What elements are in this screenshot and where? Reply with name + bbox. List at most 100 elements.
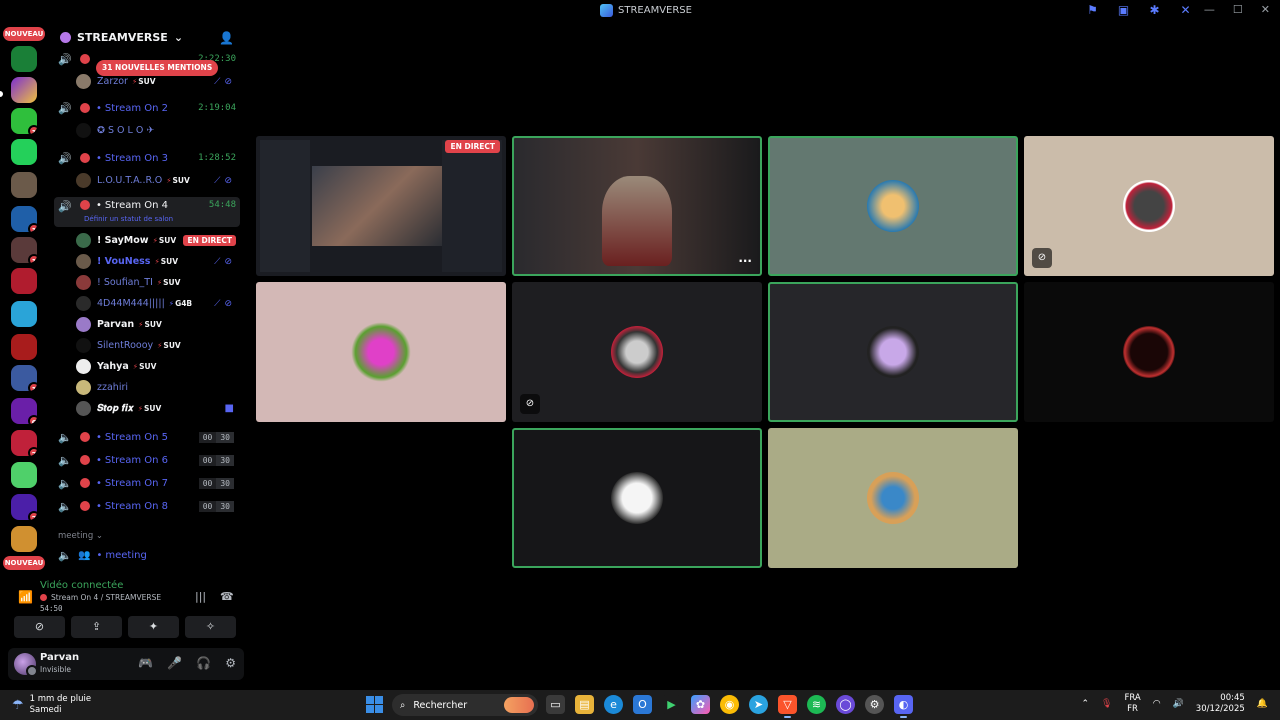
server-icon-9[interactable] — [11, 301, 37, 327]
settings-icon[interactable]: ⚙ — [225, 656, 236, 670]
gamepad-icon[interactable]: 🎮 — [138, 656, 153, 670]
close-icon[interactable]: ✕ — [1261, 3, 1270, 16]
voice-user[interactable]: ! SayMow ⚡ SUV EN DIRECT — [76, 231, 240, 250]
chrome-icon[interactable]: ◉ — [720, 695, 739, 714]
voice-user[interactable]: Parvan ⚡ SUV — [76, 315, 240, 334]
server-icon-3[interactable]: 1 — [11, 108, 37, 134]
minimize-icon[interactable]: — — [1204, 3, 1215, 16]
video-tile-user[interactable] — [512, 428, 762, 568]
voice-channel-meeting[interactable]: 🔈 👥 • meeting — [54, 545, 240, 565]
new-badge-top[interactable]: NOUVEAU — [3, 27, 45, 41]
game-launcher-icon[interactable]: ▶ — [662, 695, 681, 714]
windows-start-icon[interactable] — [366, 696, 383, 713]
spotify-icon[interactable]: ≋ — [807, 695, 826, 714]
video-tile-user[interactable] — [1024, 282, 1274, 422]
server-icon-4[interactable] — [11, 139, 37, 165]
server-icon-11[interactable]: 1 — [11, 365, 37, 391]
outlook-icon[interactable]: O — [633, 695, 652, 714]
voice-user[interactable]: L.O.U.T.A..R.O ⚡ SUV ⟋⊘ — [76, 171, 240, 190]
taskbar-search[interactable]: ⌕ Rechercher — [392, 694, 538, 716]
bug-icon[interactable]: ✱ — [1148, 4, 1161, 17]
messenger-icon[interactable]: ◯ — [836, 695, 855, 714]
microphone-icon[interactable]: 🎤 — [167, 656, 182, 670]
noise-suppression-icon[interactable]: ||| — [195, 590, 206, 603]
activities-button[interactable]: ✦ — [128, 616, 179, 638]
server-icon-13[interactable]: 2 — [11, 430, 37, 456]
server-icon-7[interactable]: 1 — [11, 237, 37, 263]
group-icon: 👥 — [78, 549, 91, 561]
voice-user[interactable]: Zarzor ⚡ SUV ⟋⊘ — [76, 72, 240, 91]
voice-channel-stream-on-8[interactable]: 🔈 • Stream On 8 00 30 — [54, 496, 240, 516]
voice-user[interactable]: ✪ S O L O ✈ — [76, 121, 240, 140]
video-tile-user[interactable] — [768, 136, 1018, 276]
server-icon-14[interactable] — [11, 462, 37, 488]
signal-icon[interactable]: 📶 — [18, 590, 33, 604]
voice-user[interactable]: SilentRoooy ⚡ SUV — [76, 336, 240, 355]
steam-icon[interactable]: ⚙ — [865, 695, 884, 714]
voice-user[interactable]: Yahya ⚡ SUV — [76, 357, 240, 376]
voice-user[interactable]: zzahiri — [76, 378, 240, 397]
server-header[interactable]: STREAMVERSE ⌄ — [48, 22, 248, 52]
flag-icon[interactable]: ⚑ — [1086, 4, 1099, 17]
voice-channel-stream-on-6[interactable]: 🔈 • Stream On 6 00 30 — [54, 450, 240, 470]
chevron-up-icon[interactable]: ⌃ — [1081, 699, 1089, 709]
user-name[interactable]: Parvan — [40, 652, 79, 663]
brave-icon[interactable]: ▽ — [778, 695, 797, 718]
edge-icon[interactable]: e — [604, 695, 623, 714]
maximize-icon[interactable]: ☐ — [1233, 3, 1243, 16]
discord-icon[interactable]: ◐ — [894, 695, 913, 718]
category-meeting[interactable]: meeting ⌄ — [58, 531, 103, 541]
server-icon-5[interactable] — [11, 172, 37, 198]
video-tile-user[interactable]: ⊘ — [1024, 136, 1274, 276]
video-tile-stream[interactable]: EN DIRECT — [256, 136, 506, 276]
clock[interactable]: 00:45 30/12/2025 — [1196, 693, 1245, 715]
server-icon-1[interactable] — [11, 46, 37, 72]
volume-icon[interactable]: 🔊 — [1173, 699, 1184, 709]
soundboard-button[interactable]: ✧ — [185, 616, 236, 638]
disconnect-icon[interactable]: ☎ — [220, 590, 234, 603]
weather-widget[interactable]: ☂ 1 mm de pluie Samedi — [12, 694, 91, 716]
voice-channel-stream-on-7[interactable]: 🔈 • Stream On 7 00 30 — [54, 473, 240, 493]
telegram-icon[interactable]: ➤ — [749, 695, 768, 714]
microphone-active-icon[interactable]: 🎙 — [1101, 699, 1112, 709]
tools-icon[interactable]: ✕ — [1179, 4, 1192, 17]
file-explorer-icon[interactable]: ▤ — [575, 695, 594, 714]
channel-status[interactable]: Définir un statut de salon — [84, 215, 173, 223]
screen-record-icon[interactable]: ▣ — [1117, 4, 1130, 17]
voice-channel-stream-on-3[interactable]: 🔊 • Stream On 3 1:28:52 — [54, 148, 240, 168]
screen-share-button[interactable]: ⇪ — [71, 616, 122, 638]
video-tile-user[interactable] — [256, 282, 506, 422]
voice-status-title[interactable]: Vidéo connectée — [40, 580, 123, 591]
server-icon-6[interactable]: 1 — [11, 206, 37, 232]
voice-user[interactable]: ! Soufian_TI ⚡ SUV — [76, 273, 240, 292]
voice-user[interactable]: 4D44M444||||| ⚡ G4B ⟋⊘ — [76, 294, 240, 313]
server-icon-10[interactable] — [11, 334, 37, 360]
voice-channel-stream-on-2[interactable]: 🔊 • Stream On 2 2:19:04 — [54, 98, 240, 118]
wifi-icon[interactable]: ◠ — [1153, 699, 1161, 709]
voice-user[interactable]: ! VouNess ⚡ SUV ⟋⊘ — [76, 252, 240, 271]
server-icon-8[interactable] — [11, 268, 37, 294]
server-icon-16[interactable] — [11, 526, 37, 552]
copilot-icon[interactable]: ✿ — [691, 695, 710, 714]
user-avatar[interactable] — [14, 653, 38, 677]
more-options-icon[interactable]: ··· — [738, 254, 752, 268]
voice-user[interactable]: 𝑺𝒕𝒐𝒑 𝒇𝒊𝒙 ⚡ SUV ■ — [76, 399, 240, 418]
voice-channel-stream-on-5[interactable]: 🔈 • Stream On 5 00 30 — [54, 427, 240, 447]
language-indicator[interactable]: FRA FR — [1124, 693, 1140, 715]
camera-off-button[interactable]: ⊘ — [14, 616, 65, 638]
video-tile-user[interactable] — [768, 282, 1018, 422]
voice-channel-stream-on-4[interactable]: 🔊 • Stream On 4 54:48 Définir un statut … — [54, 197, 240, 227]
video-tile-user[interactable]: ⊘ — [512, 282, 762, 422]
server-icon-2[interactable] — [11, 77, 37, 103]
video-tile-user[interactable] — [768, 428, 1018, 568]
new-badge-bottom[interactable]: NOUVEAU — [3, 556, 45, 570]
invite-user-icon[interactable]: 👤 — [219, 31, 234, 45]
server-icon-12[interactable]: 6 — [11, 398, 37, 424]
notifications-icon[interactable]: 🔔 — [1257, 699, 1268, 709]
voice-channel-link[interactable]: Stream On 4 / STREAMVERSE — [40, 593, 161, 602]
task-view-icon[interactable]: ▭ — [546, 695, 565, 714]
server-icon-15[interactable]: 2 — [11, 494, 37, 520]
headphones-icon[interactable]: 🎧 — [196, 656, 211, 670]
avatar — [76, 380, 91, 395]
video-tile-camera[interactable]: ··· — [512, 136, 762, 276]
